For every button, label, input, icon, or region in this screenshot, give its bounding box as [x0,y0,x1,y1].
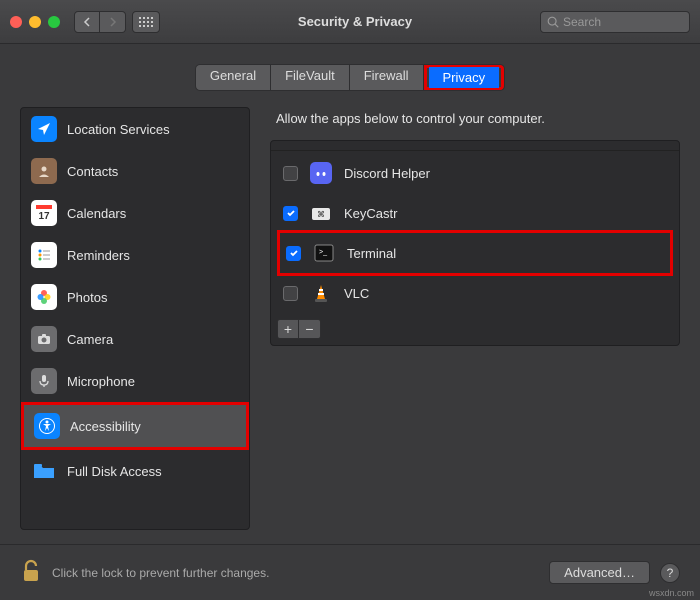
tab-bar: General FileVault Firewall Privacy [0,44,700,107]
lock-text: Click the lock to prevent further change… [52,566,269,580]
checkbox[interactable] [283,286,298,301]
minimize-window-button[interactable] [29,16,41,28]
accessibility-icon [34,413,60,439]
vlc-icon [308,280,334,306]
panel-description: Allow the apps below to control your com… [270,107,680,140]
forward-button[interactable] [100,11,126,33]
back-button[interactable] [74,11,100,33]
contacts-icon [31,158,57,184]
help-button[interactable]: ? [660,563,680,583]
tab-filevault[interactable]: FileVault [271,65,350,90]
sidebar-item-label: Accessibility [70,419,141,434]
sidebar-item-photos[interactable]: Photos [21,276,249,318]
tab-privacy[interactable]: Privacy [429,67,500,88]
keycastr-icon: ⌘ [308,200,334,226]
folder-icon [31,458,57,484]
sidebar-item-reminders[interactable]: Reminders [21,234,249,276]
close-window-button[interactable] [10,16,22,28]
terminal-icon: >_ [311,240,337,266]
footer: Click the lock to prevent further change… [0,544,700,600]
svg-text:>_: >_ [319,249,327,256]
sidebar-item-label: Reminders [67,248,130,263]
app-row-discord-helper[interactable]: Discord Helper [271,153,679,193]
search-icon [546,15,560,29]
calendar-icon: 17 [31,200,57,226]
svg-text:⌘: ⌘ [317,210,325,219]
sidebar-item-accessibility[interactable]: Accessibility [24,405,246,447]
sidebar-item-camera[interactable]: Camera [21,318,249,360]
main-panel: Allow the apps below to control your com… [270,107,680,530]
tab-general[interactable]: General [196,65,271,90]
show-all-button[interactable] [132,11,160,33]
advanced-button[interactable]: Advanced… [549,561,650,584]
sidebar-item-label: Contacts [67,164,118,179]
sidebar-item-calendars[interactable]: 17 Calendars [21,192,249,234]
app-row-keycastr[interactable]: ⌘ KeyCastr [271,193,679,233]
sidebar-item-label: Location Services [67,122,170,137]
sidebar-item-label: Full Disk Access [67,464,162,479]
app-label: Discord Helper [344,166,430,181]
checkbox[interactable] [283,166,298,181]
titlebar: Security & Privacy [0,0,700,44]
privacy-sidebar: Location Services Contacts 17 Calendars … [20,107,250,530]
tab-firewall[interactable]: Firewall [350,65,424,90]
sidebar-item-label: Camera [67,332,113,347]
sidebar-item-full-disk-access[interactable]: Full Disk Access [21,450,249,492]
reminders-icon [31,242,57,268]
app-label: VLC [344,286,369,301]
sidebar-item-label: Calendars [67,206,126,221]
checkbox[interactable] [286,246,301,261]
sidebar-item-contacts[interactable]: Contacts [21,150,249,192]
app-label: KeyCastr [344,206,397,221]
sidebar-item-label: Photos [67,290,107,305]
app-list: Discord Helper ⌘ KeyCastr >_ Terminal [270,140,680,346]
sidebar-item-microphone[interactable]: Microphone [21,360,249,402]
app-row-vlc[interactable]: VLC [271,273,679,313]
sidebar-item-label: Microphone [67,374,135,389]
location-icon [31,116,57,142]
svg-text:17: 17 [38,211,50,222]
watermark: wsxdn.com [649,588,694,598]
discord-icon [308,160,334,186]
microphone-icon [31,368,57,394]
nav-back-forward [74,11,126,33]
window-title: Security & Privacy [170,14,540,29]
search-input[interactable] [540,11,690,33]
app-row-terminal[interactable]: >_ Terminal [280,233,664,273]
lock-icon[interactable] [20,558,42,587]
camera-icon [31,326,57,352]
app-label: Terminal [347,246,396,261]
add-app-button[interactable]: + [277,319,299,339]
photos-icon [31,284,57,310]
checkbox[interactable] [283,206,298,221]
sidebar-item-location-services[interactable]: Location Services [21,108,249,150]
maximize-window-button[interactable] [48,16,60,28]
remove-app-button[interactable]: − [299,319,321,339]
window-controls [10,16,60,28]
